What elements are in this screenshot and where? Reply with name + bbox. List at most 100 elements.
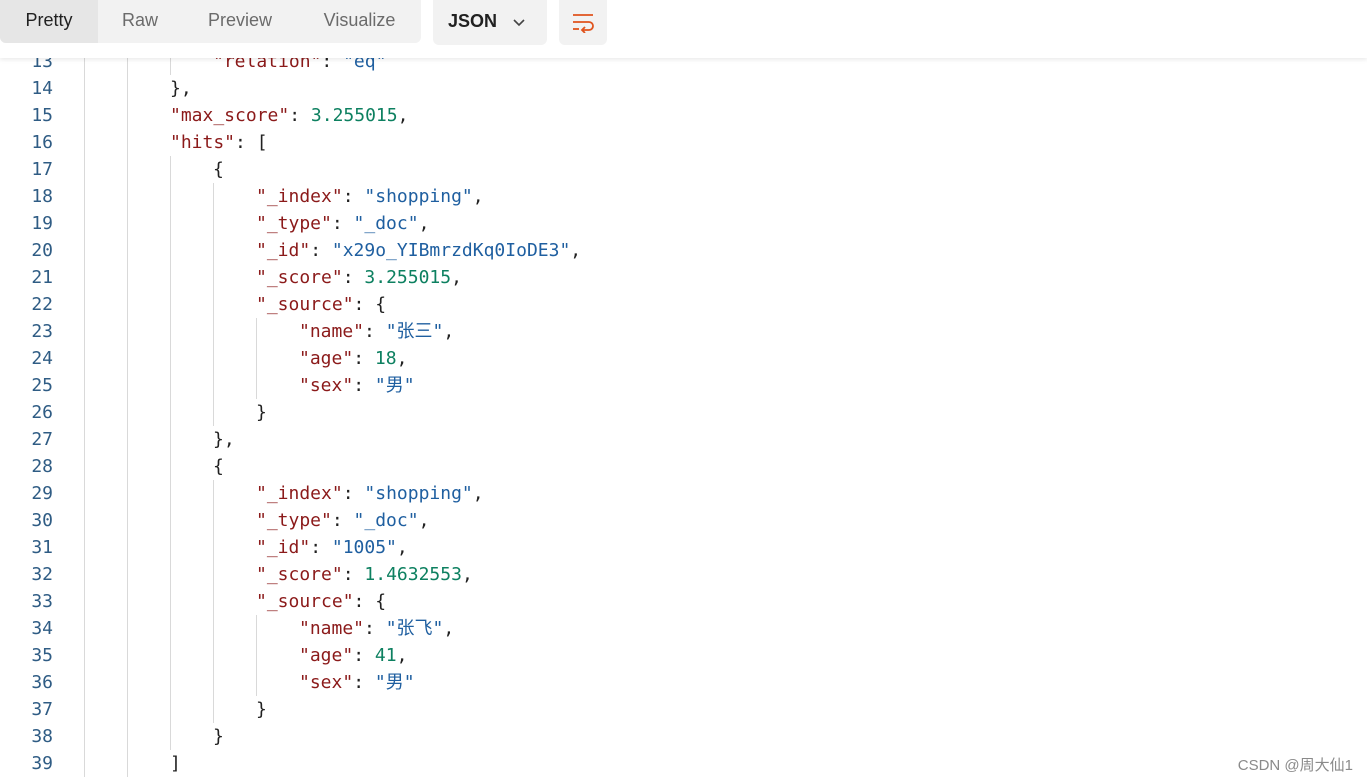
code-text: ] — [170, 750, 181, 777]
line-number: 24 — [31, 348, 53, 369]
indent-guide — [170, 210, 171, 237]
indent-guide — [84, 156, 85, 183]
indent-guide — [213, 237, 214, 264]
code-line: 24 "age": 18, — [0, 345, 1367, 372]
indent-guide — [84, 561, 85, 588]
indent-guide — [213, 534, 214, 561]
code-text: "_source": { — [256, 291, 386, 318]
json-key: "sex" — [299, 375, 354, 396]
code-text: "sex": "男" — [299, 372, 415, 399]
indent-guide — [84, 615, 85, 642]
indent-guide — [170, 534, 171, 561]
indent-guide — [84, 75, 85, 102]
indent-guide — [127, 750, 128, 777]
code-text: "_id": "x29o_YIBmrzdKq0IoDE3", — [256, 237, 581, 264]
code-text: "_type": "_doc", — [256, 507, 429, 534]
code-text: "age": 41, — [299, 642, 407, 669]
json-key: "_score" — [256, 267, 343, 288]
line-number: 18 — [31, 186, 53, 207]
format-select[interactable]: JSON — [433, 0, 547, 45]
indent-guide — [127, 642, 128, 669]
indent-guide — [213, 696, 214, 723]
json-string: "x29o_YIBmrzdKq0IoDE3" — [331, 240, 571, 261]
line-number: 32 — [31, 564, 53, 585]
indent-guide — [127, 318, 128, 345]
json-punct: : — [364, 321, 386, 342]
indent-guide — [170, 264, 171, 291]
indent-guide — [170, 156, 171, 183]
indent-guide — [213, 615, 214, 642]
code-line: 31 "_id": "1005", — [0, 534, 1367, 561]
indent-guide — [84, 507, 85, 534]
json-string: "_doc" — [353, 510, 419, 531]
indent-guide — [84, 102, 85, 129]
code-text: "sex": "男" — [299, 669, 415, 696]
json-punct: , — [443, 618, 455, 639]
json-punct: : — [289, 105, 311, 126]
indent-guide — [170, 588, 171, 615]
indent-guide — [213, 183, 214, 210]
indent-guide — [170, 291, 171, 318]
line-number: 23 — [31, 321, 53, 342]
json-key: "_type" — [256, 213, 332, 234]
code-line: 16 "hits": [ — [0, 129, 1367, 156]
json-string: "张飞" — [385, 618, 444, 639]
wrap-lines-button[interactable] — [559, 0, 607, 45]
watermark: CSDN @周大仙1 — [1237, 757, 1353, 774]
tab-visualize[interactable]: Visualize — [298, 0, 421, 43]
code-line: 22 "_source": { — [0, 291, 1367, 318]
code-line: 28 { — [0, 453, 1367, 480]
json-punct: : — [342, 186, 365, 207]
json-punct: , — [461, 564, 473, 585]
json-number: 1.4632553 — [364, 564, 462, 585]
indent-guide — [127, 723, 128, 750]
json-key: "_index" — [256, 483, 343, 504]
code-text: "_index": "shopping", — [256, 480, 484, 507]
response-toolbar: Pretty Raw Preview Visualize JSON — [0, 0, 1367, 58]
line-number: 20 — [31, 240, 53, 261]
line-number: 16 — [31, 132, 53, 153]
json-response-body[interactable]: 13 "relation": "eq" 14}, 15 "max_score": 3.2… — [0, 0, 1367, 783]
json-key: "age" — [299, 645, 354, 666]
code-text: }, — [213, 426, 235, 453]
code-line: 18 "_index": "shopping", — [0, 183, 1367, 210]
indent-guide — [84, 372, 85, 399]
chevron-down-icon — [513, 19, 525, 27]
json-key: "max_score" — [170, 105, 290, 126]
indent-guide — [213, 588, 214, 615]
indent-guide — [127, 480, 128, 507]
indent-guide — [213, 372, 214, 399]
indent-guide — [170, 561, 171, 588]
line-number: 15 — [31, 105, 53, 126]
json-key: "_type" — [256, 510, 332, 531]
tab-preview[interactable]: Preview — [182, 0, 298, 43]
line-number: 39 — [31, 753, 53, 774]
line-number: 19 — [31, 213, 53, 234]
json-punct: , — [472, 186, 484, 207]
indent-guide — [256, 372, 257, 399]
json-string: "男" — [374, 672, 415, 693]
code-line: 19 "_type": "_doc", — [0, 210, 1367, 237]
indent-guide — [170, 399, 171, 426]
indent-guide — [170, 345, 171, 372]
code-line: 36 "sex": "男" — [0, 669, 1367, 696]
indent-guide — [213, 507, 214, 534]
code-text: "_type": "_doc", — [256, 210, 429, 237]
code-text: "hits": [ — [170, 129, 268, 156]
tab-pretty[interactable]: Pretty — [0, 0, 98, 43]
indent-guide — [127, 426, 128, 453]
indent-guide — [84, 480, 85, 507]
json-punct: : — [342, 267, 365, 288]
code-text: "name": "张飞", — [299, 615, 454, 642]
json-string: "张三" — [385, 321, 444, 342]
line-number: 35 — [31, 645, 53, 666]
indent-guide — [127, 237, 128, 264]
tab-raw[interactable]: Raw — [98, 0, 182, 43]
json-punct: : — [342, 564, 365, 585]
indent-guide — [170, 696, 171, 723]
code-text: }, — [170, 75, 192, 102]
json-key: "age" — [299, 348, 354, 369]
code-text: "_id": "1005", — [256, 534, 408, 561]
indent-guide — [170, 372, 171, 399]
indent-guide — [84, 237, 85, 264]
